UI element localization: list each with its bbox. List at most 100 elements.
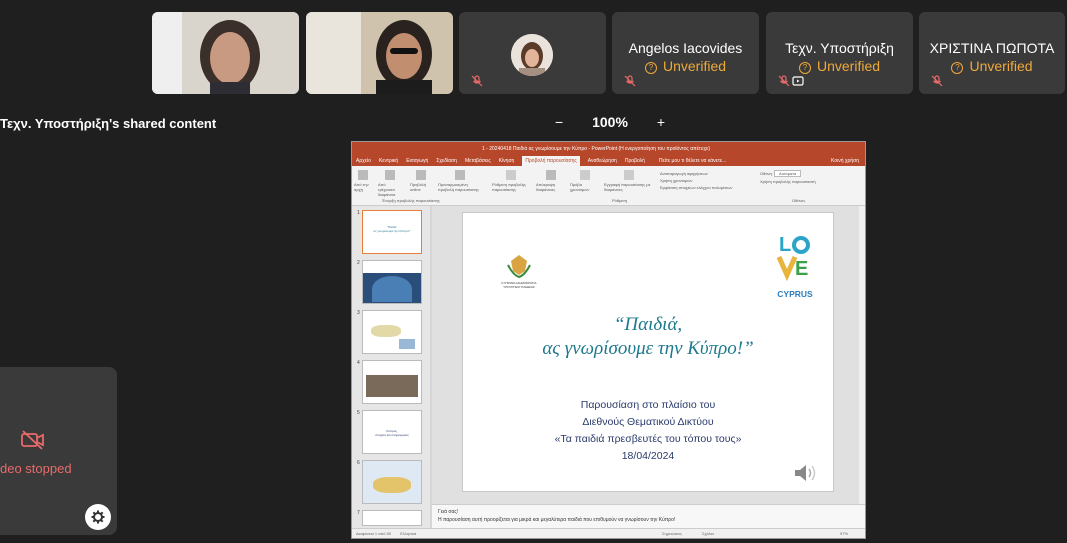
participant-video-1 (152, 12, 299, 94)
slide-subtitle: Παρουσίαση στο πλαίσιο του Διεθνούς Θεμα… (463, 397, 833, 465)
slide-editor[interactable]: ΚΥΠΡΙΑΚΗ ΔΗΜΟΚΡΑΤΙΑ ΥΠΟΥΡΓΕΙΟ ΠΑΙΔΕΙΑΣ L… (432, 206, 865, 528)
tab-design[interactable]: Σχεδίαση (436, 156, 457, 166)
editor-scrollbar[interactable] (859, 206, 865, 528)
shared-screen[interactable]: 1 - 20240418 Παιδιά ας γνωρίσουμε την Κύ… (351, 141, 866, 539)
thumb-number: 3 (357, 310, 360, 316)
presenter-view-checkbox[interactable]: Χρήση προβολής παρουσιαστή (760, 178, 844, 186)
share-button[interactable]: Κοινή χρήση (831, 156, 859, 166)
slide-subtitle-line-3: «Τα παιδιά πρεσβευτές του τόπου τους» (554, 433, 742, 445)
tab-slideshow[interactable]: Προβολή παρουσίασης (522, 156, 580, 166)
shared-content-title: Τεχν. Υποστήριξη's shared content (0, 116, 217, 131)
info-icon: ? (798, 62, 811, 74)
participant-tile-3[interactable] (459, 12, 606, 94)
ribbon-group-setup: Ρύθμιση (612, 198, 627, 203)
info-icon: ? (951, 62, 964, 74)
ribbon-group-start: Έναρξη προβολής παρουσίασης (382, 198, 440, 203)
shared-content-bar: Τεχν. Υποστήριξη's shared content − 100%… (0, 112, 1067, 136)
mic-off-icon (471, 74, 483, 87)
slide-date: 18/04/2024 (621, 450, 675, 462)
rehearse-timings-button[interactable]: Πρόβα χρονισμών (570, 170, 600, 192)
ministry-label: ΚΥΠΡΙΑΚΗ ΔΗΜΟΚΡΑΤΙΑ ΥΠΟΥΡΓΕΙΟ ΠΑΙΔΕΙΑΣ (501, 281, 537, 289)
mic-off-icon (778, 74, 790, 87)
tab-file[interactable]: Αρχείο (356, 156, 371, 166)
hide-slide-button[interactable]: Απόκρυψη διαφάνειας (536, 170, 566, 192)
setup-slideshow-button[interactable]: Ρύθμιση προβολής παρουσίασης (492, 170, 530, 192)
slide-subtitle-line-1: Παρουσίαση στο πλαίσιο του (580, 399, 716, 411)
ppt-title-bar: 1 - 20240418 Παιδιά ας γνωρίσουμε την Κύ… (352, 142, 865, 156)
info-icon: ? (644, 62, 657, 74)
ribbon-checkboxes: Αναπαραγωγή αφηγήσεων Χρήση χρονισμών Εμ… (660, 170, 756, 191)
zoom-out-button[interactable]: − (555, 114, 563, 130)
thumb-number: 1 (357, 210, 360, 216)
slide-thumbnail-5[interactable]: Κύπρος, στοιχεία και πληροφορίες (362, 410, 422, 454)
ppt-ribbon: Από την αρχή Από τρέχουσα διαφάνεια Προβ… (352, 166, 865, 206)
slide-title: “Παιδιά, ας γνωρίσουμε την Κύπρο!” (463, 313, 833, 361)
ppt-window-title: 1 - 20240418 Παιδιά ας γνωρίσουμε την Κύ… (482, 146, 711, 152)
participant-tile-2[interactable] (306, 12, 453, 94)
zoom-controls: − 100% + (555, 114, 665, 130)
svg-text:L: L (779, 234, 791, 256)
tell-me-box[interactable]: Πείτε μου τι θέλετε να κάνετε... (659, 156, 726, 166)
unverified-status: ? Unverified (612, 58, 759, 74)
zoom-in-button[interactable]: + (657, 114, 665, 130)
status-zoom-level: 97% (840, 531, 849, 536)
love-cyprus-logo-text: CYPRUS (777, 289, 813, 299)
thumb-number: 6 (357, 460, 360, 466)
status-comments-button[interactable]: Σχόλια (702, 529, 714, 538)
custom-slideshow-button[interactable]: Προσαρμοσμένη προβολή παρουσίασης (438, 170, 482, 192)
video-stopped-label: deo stopped (0, 461, 72, 476)
record-slideshow-button[interactable]: Εγγραφή παρουσίασης με διαφάνειες (604, 170, 654, 192)
ribbon-group-monitors: Οθόνες (792, 198, 806, 203)
status-language: Ελληνικά (400, 531, 417, 536)
participant-tile-1[interactable] (152, 12, 299, 94)
self-view-tile[interactable]: deo stopped (0, 367, 117, 535)
ppt-status-bar: Διαφάνεια 1 από 50 Ελληνικά Σημειώσεις Σ… (352, 528, 865, 538)
cyprus-coat-of-arms-logo (507, 255, 531, 279)
status-slide-count: Διαφάνεια 1 από 50 (356, 531, 392, 536)
current-slide[interactable]: ΚΥΠΡΙΑΚΗ ΔΗΜΟΚΡΑΤΙΑ ΥΠΟΥΡΓΕΙΟ ΠΑΙΔΕΙΑΣ L… (462, 212, 834, 492)
notes-pane[interactable]: Γειά σας! Η παρουσίαση αυτή προορίζεται … (432, 504, 865, 528)
tab-home[interactable]: Κεντρική (379, 156, 398, 166)
settings-button[interactable] (85, 504, 111, 530)
status-notes-button[interactable]: Σημειώσεις (662, 529, 682, 538)
audio-speaker-icon[interactable] (793, 463, 819, 483)
slide-thumbnail-2[interactable] (362, 260, 422, 304)
slide-thumbnail-3[interactable] (362, 310, 422, 354)
participant-tile-christina[interactable]: ΧΡΙΣΤΙΝΑ ΠΩΠΟΤΑ ? Unverified (919, 12, 1065, 94)
unverified-status: ? Unverified (919, 58, 1065, 74)
use-timings-checkbox[interactable]: Χρήση χρονισμών (660, 177, 756, 184)
mic-off-icon (931, 74, 943, 87)
participant-video-2 (306, 12, 453, 94)
slide-thumbnail-4[interactable] (362, 360, 422, 404)
zoom-level: 100% (592, 114, 628, 130)
participant-tile-tech-support[interactable]: Τεχν. Υποστήριξη ? Unverified (766, 12, 913, 94)
thumb-number: 2 (357, 260, 360, 266)
slide-thumbnail-1[interactable]: “Παιδιά, ας γνωρίσουμε την Κύπρο!” (362, 210, 422, 254)
from-current-button[interactable]: Από τρέχουσα διαφάνεια (378, 170, 402, 197)
screen-share-icon (792, 74, 804, 86)
play-narrations-checkbox[interactable]: Αναπαραγωγή αφηγήσεων (660, 170, 756, 177)
notes-line-2: Η παρουσίαση αυτή προορίζεται για μικρά … (438, 517, 676, 523)
tab-insert[interactable]: Εισαγωγή (406, 156, 428, 166)
video-off-icon (21, 430, 44, 450)
tab-transitions[interactable]: Μεταβάσεις (465, 156, 491, 166)
thumb-number: 7 (357, 510, 360, 516)
participant-name: ΧΡΙΣΤΙΝΑ ΠΩΠΟΤΑ (929, 40, 1055, 56)
slide-thumbnail-pane[interactable]: 1 “Παιδιά, ας γνωρίσουμε την Κύπρο!” 2 3 … (352, 206, 430, 528)
slide-thumbnail-6[interactable] (362, 460, 422, 504)
participant-name: Τεχν. Υποστήριξη (785, 40, 894, 56)
tab-view[interactable]: Προβολή (625, 156, 645, 166)
participant-tile-angelos[interactable]: Angelos Iacovides ? Unverified (612, 12, 759, 94)
monitor-select[interactable]: Αυτόματα (774, 170, 802, 177)
mic-off-icon (624, 74, 636, 87)
monitor-label: Οθόνη: (760, 171, 773, 176)
svg-text:E: E (795, 258, 808, 280)
present-online-button[interactable]: Προβολή online (410, 170, 432, 192)
media-controls-checkbox[interactable]: Εμφάνιση στοιχείων ελέγχου πολυμέσων (660, 184, 756, 191)
slide-thumbnail-7[interactable] (362, 510, 422, 526)
slide-title-line-1: “Παιδιά, (613, 314, 683, 335)
from-beginning-button[interactable]: Από την αρχή (354, 170, 372, 192)
tab-animations[interactable]: Κίνηση (499, 156, 515, 166)
notes-line-1: Γειά σας! (438, 509, 459, 515)
tab-review[interactable]: Αναθεώρηση (588, 156, 617, 166)
